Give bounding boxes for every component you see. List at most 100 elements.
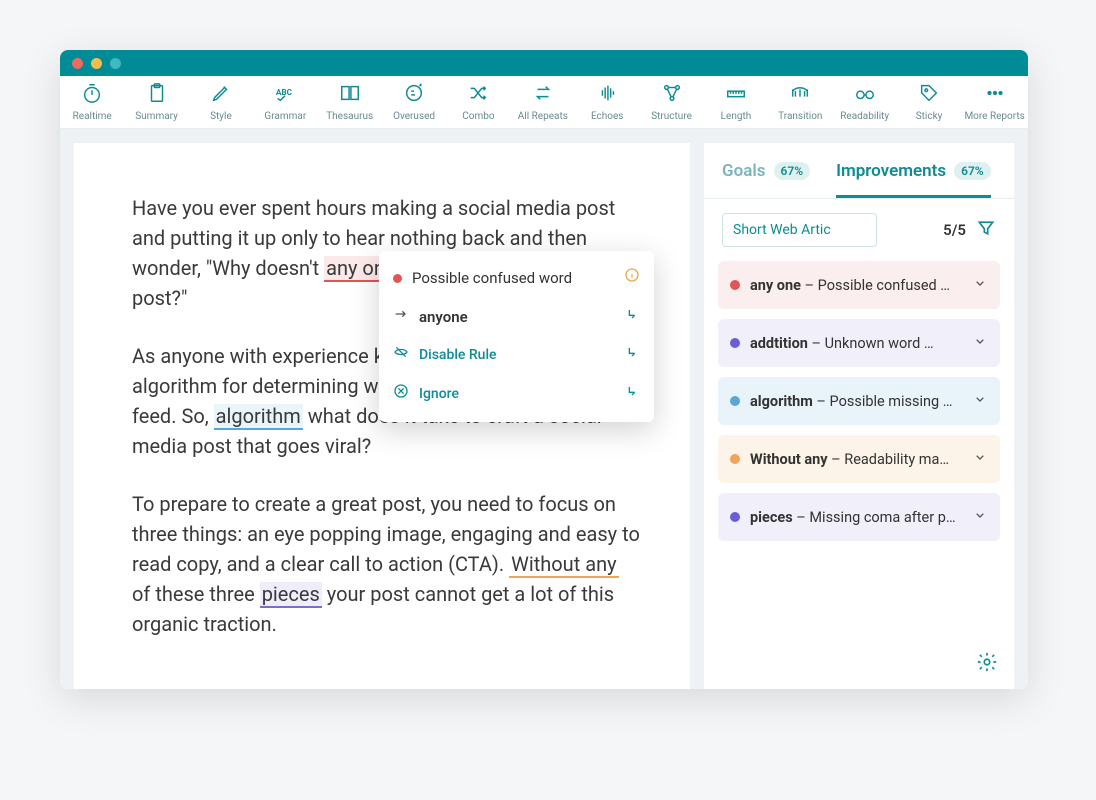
tab-label: Goals [722,161,766,181]
tool-realtime[interactable]: Realtime [63,82,121,122]
tab-label: Improvements [836,161,946,181]
tool-transition[interactable]: Transition [771,82,829,122]
popup-ignore-text: Ignore [419,384,459,405]
issue-item[interactable]: addtition – Unknown word … [718,319,1000,367]
issue-text: addtition – Unknown word … [750,335,962,352]
close-dot[interactable] [72,58,83,69]
highlight-orange[interactable]: Without any [509,552,619,578]
cancel-icon [393,383,409,406]
maximize-dot[interactable] [110,58,121,69]
tool-label: Thesaurus [326,111,373,122]
content-area: Have you ever spent hours making a socia… [60,129,1028,689]
glasses-icon [854,82,876,107]
popup-disable-text: Disable Rule [419,345,497,366]
color-dot [730,454,740,464]
dots-icon [984,82,1006,107]
apply-icon[interactable] [624,344,640,367]
tool-readability[interactable]: Readability [836,82,894,122]
color-dot [393,274,402,283]
issue-text: pieces – Missing coma after p… [750,509,962,526]
tool-label: Length [721,111,752,122]
issue-item[interactable]: Without any – Readability ma… [718,435,1000,483]
eye-off-icon [393,344,409,367]
popup-ignore[interactable]: Ignore [379,375,654,414]
tool-overused[interactable]: Overused [385,82,443,122]
ruler-icon [725,82,747,107]
shuffle-icon [467,82,489,107]
issue-item[interactable]: algorithm – Possible missing … [718,377,1000,425]
repeat-icon [532,82,554,107]
tool-label: Transition [778,111,822,122]
tool-label: More Reports [964,111,1024,122]
tool-label: Grammar [264,111,306,122]
tool-label: Overused [393,111,435,122]
tool-thesaurus[interactable]: Thesaurus [321,82,379,122]
titlebar [60,50,1028,76]
chevron-down-icon [972,275,988,295]
tool-style[interactable]: Style [192,82,250,122]
tool-morereports[interactable]: More Reports [964,82,1024,122]
paragraph: To prepare to create a great post, you n… [132,489,640,639]
tool-label: Style [210,111,232,122]
sidebar-tabs: Goals 67% Improvements 67% [704,143,1014,199]
abc-icon: ABC [274,82,296,107]
issue-list: any one – Possible confused … addtition … [704,261,1014,541]
tag-icon [918,82,940,107]
apply-icon[interactable] [624,383,640,406]
gear-icon [976,658,998,677]
tab-improvements[interactable]: Improvements 67% [836,143,991,198]
popup-disable-rule[interactable]: Disable Rule [379,336,654,375]
tool-label: Combo [462,111,494,122]
settings-button[interactable] [976,651,998,677]
filter-row: Short Web Artic 5/5 [704,199,1014,261]
filter-icon[interactable] [976,218,996,242]
chevron-down-icon [972,449,988,469]
issue-text: any one – Possible confused … [750,277,962,294]
issue-text: Without any – Readability ma… [750,451,962,468]
tool-allrepeats[interactable]: All Repeats [514,82,572,122]
tool-echoes[interactable]: Echoes [578,82,636,122]
timer-icon [81,82,103,107]
tool-label: All Repeats [518,111,568,122]
highlight-blue[interactable]: algorithm [214,404,303,430]
color-dot [730,280,740,290]
issue-item[interactable]: any one – Possible confused … [718,261,1000,309]
popup-suggestion-text: anyone [419,306,468,329]
editor[interactable]: Have you ever spent hours making a socia… [74,143,690,689]
issue-item[interactable]: pieces – Missing coma after p… [718,493,1000,541]
app-window: Realtime Summary Style ABC Grammar Thesa… [60,50,1028,689]
popup-suggestion[interactable]: anyone [379,298,654,337]
tool-combo[interactable]: Combo [449,82,507,122]
clipboard-icon [146,82,168,107]
tool-structure[interactable]: Structure [643,82,701,122]
info-icon[interactable] [624,267,640,290]
tab-badge: 67% [774,162,811,180]
soundwave-icon [596,82,618,107]
tool-label: Echoes [591,111,624,122]
tool-label: Sticky [916,111,943,122]
tool-label: Realtime [73,111,112,122]
tool-grammar[interactable]: ABC Grammar [256,82,314,122]
tool-label: Structure [651,111,692,122]
tool-sticky[interactable]: Sticky [900,82,958,122]
filter-select[interactable]: Short Web Artic [722,213,877,247]
tab-goals[interactable]: Goals 67% [722,143,810,198]
toolbar: Realtime Summary Style ABC Grammar Thesa… [60,76,1028,129]
book-icon [339,82,361,107]
arrow-right-icon [393,306,409,329]
highlight-purple[interactable]: pieces [260,582,322,608]
pen-icon [210,82,232,107]
chevron-down-icon [972,507,988,527]
tool-summary[interactable]: Summary [128,82,186,122]
chevron-down-icon [972,333,988,353]
popup-title-text: Possible confused word [412,267,572,290]
tool-length[interactable]: Length [707,82,765,122]
apply-icon[interactable] [624,306,640,329]
suggestion-popup: Possible confused word anyone Disable Ru… [379,251,654,422]
minimize-dot[interactable] [91,58,102,69]
nodes-icon [661,82,683,107]
bridge-icon [789,82,811,107]
tool-label: Summary [135,111,178,122]
popup-title: Possible confused word [379,259,654,298]
tool-label: Readability [840,111,889,122]
